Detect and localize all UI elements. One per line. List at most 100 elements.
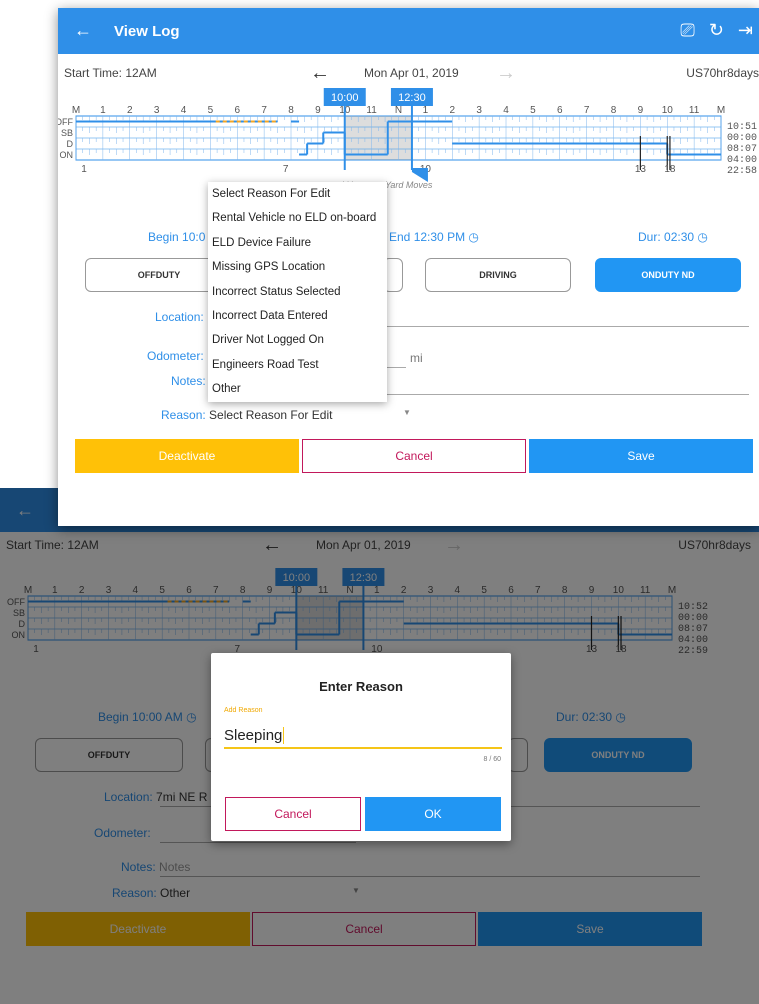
- dur-label: Dur:: [638, 230, 661, 244]
- char-counter: 8 / 60: [483, 756, 501, 763]
- app-bar: ← View Log ⎚ ↻ ⇥: [58, 8, 759, 54]
- odometer-row: Odometer:: [147, 349, 204, 363]
- monitor-down-icon[interactable]: ⎚: [680, 20, 694, 41]
- row-total-label: 22:58: [727, 166, 757, 177]
- caret-down-icon[interactable]: ▼: [403, 408, 411, 417]
- start-time: Start Time: 12AM: [64, 66, 157, 80]
- log-screen-foreground: ← View Log ⎚ ↻ ⇥ Start Time: 12AM ← Mon …: [58, 8, 759, 526]
- dialog-ok-button[interactable]: OK: [365, 797, 501, 831]
- status-row-label: OFF: [58, 117, 73, 127]
- begin-label: Begin: [148, 230, 179, 244]
- hour-tick-label: 1: [100, 105, 106, 116]
- log-graph[interactable]: M1234567891011N1234567891011MOFFSBDON10:…: [58, 88, 759, 218]
- end-label: End: [389, 230, 411, 244]
- begin-value[interactable]: 10:0: [182, 230, 205, 244]
- cancel-button[interactable]: Cancel: [302, 439, 526, 473]
- event-number-label: 7: [283, 164, 289, 175]
- page-title: View Log: [114, 23, 180, 40]
- notes-label: Notes:: [171, 374, 206, 388]
- event-number-label: 13: [635, 164, 647, 175]
- enter-reason-dialog: Enter Reason Add Reason Sleeping 8 / 60 …: [211, 653, 511, 841]
- clock-icon: ◷: [697, 230, 708, 244]
- hour-tick-label: 8: [611, 105, 617, 116]
- hour-tick-label: 11: [366, 105, 377, 116]
- reason-option[interactable]: Driver Not Logged On: [208, 328, 387, 352]
- reason-input[interactable]: Sleeping: [224, 723, 502, 749]
- selection-end-label: 12:30: [398, 92, 426, 104]
- status-row-label: D: [67, 139, 74, 149]
- hour-tick-label: N: [395, 105, 402, 116]
- status-row-label: ON: [60, 150, 74, 160]
- dur-row: Dur: 02:30 ◷: [638, 230, 708, 244]
- hour-tick-label: 9: [315, 105, 321, 116]
- log-header: Start Time: 12AM ← Mon Apr 01, 2019 → US…: [58, 62, 759, 84]
- hour-tick-label: M: [72, 105, 80, 116]
- save-button[interactable]: Save: [529, 439, 753, 473]
- ruleset-label: US70hr8days: [686, 66, 759, 80]
- hour-tick-label: 10: [662, 105, 674, 116]
- end-row: End 12:30 PM ◷: [389, 230, 479, 244]
- dialog-cancel-button[interactable]: Cancel: [225, 797, 361, 831]
- next-day-arrow-icon[interactable]: →: [496, 62, 516, 85]
- mode-onduty-nd-button[interactable]: ONDUTY ND: [595, 258, 741, 292]
- status-row-label: SB: [61, 128, 73, 138]
- refresh-icon[interactable]: ↻: [709, 20, 724, 41]
- end-value[interactable]: 12:30 PM: [414, 230, 465, 244]
- clock-icon: ◷: [468, 230, 479, 244]
- hour-tick-label: 1: [423, 105, 429, 116]
- event-number-label: 1: [81, 164, 87, 175]
- log-date: Mon Apr 01, 2019: [364, 66, 459, 80]
- reason-label: Reason:: [161, 408, 206, 422]
- row-total-label: 10:51: [727, 122, 757, 133]
- hour-tick-label: 5: [208, 105, 214, 116]
- hour-tick-label: 7: [584, 105, 590, 116]
- add-reason-label: Add Reason: [224, 707, 263, 714]
- hour-tick-label: 2: [449, 105, 455, 116]
- dur-value: 02:30: [664, 230, 695, 244]
- notes-row: Notes:: [171, 374, 206, 388]
- odometer-unit: mi: [410, 351, 423, 365]
- row-total-label: 08:07: [727, 144, 757, 155]
- log-screen-background: ← Start Time: 12AM ← Mon Apr 01, 2019 → …: [0, 488, 759, 1004]
- hour-tick-label: 9: [638, 105, 644, 116]
- hour-tick-label: 8: [288, 105, 294, 116]
- reason-dropdown-menu: Select Reason For Edit Rental Vehicle no…: [208, 182, 387, 402]
- hour-tick-label: 7: [261, 105, 267, 116]
- location-row: Location:: [155, 310, 204, 324]
- row-total-label: 04:00: [727, 155, 757, 166]
- hour-tick-label: 5: [530, 105, 536, 116]
- location-label: Location:: [155, 310, 204, 324]
- hour-tick-label: 4: [181, 105, 187, 116]
- reason-option[interactable]: Other: [208, 377, 387, 401]
- mode-driving-button[interactable]: DRIVING: [425, 258, 571, 292]
- app-bar-actions: ⎚ ↻ ⇥: [680, 20, 753, 41]
- reason-row: Reason: Select Reason For Edit ▼: [161, 408, 411, 422]
- reason-option[interactable]: Select Reason For Edit: [208, 182, 387, 206]
- deactivate-button[interactable]: Deactivate: [75, 439, 299, 473]
- hour-tick-label: 6: [234, 105, 240, 116]
- reason-option[interactable]: Rental Vehicle no ELD on-board: [208, 206, 387, 230]
- logout-icon[interactable]: ⇥: [738, 20, 753, 41]
- row-total-label: 00:00: [727, 133, 757, 144]
- reason-option[interactable]: Incorrect Data Entered: [208, 304, 387, 328]
- back-arrow-icon[interactable]: ←: [74, 20, 92, 41]
- text-caret: [283, 726, 285, 744]
- reason-input-value: Sleeping: [224, 726, 283, 744]
- reason-value[interactable]: Select Reason For Edit: [209, 408, 332, 422]
- hour-tick-label: 2: [127, 105, 133, 116]
- reason-option[interactable]: Engineers Road Test: [208, 353, 387, 377]
- reason-option[interactable]: Incorrect Status Selected: [208, 280, 387, 304]
- hour-tick-label: 3: [154, 105, 160, 116]
- hour-tick-label: M: [717, 105, 725, 116]
- reason-option[interactable]: ELD Device Failure: [208, 231, 387, 255]
- dialog-title: Enter Reason: [319, 679, 403, 694]
- prev-day-arrow-icon[interactable]: ←: [310, 62, 330, 85]
- begin-row: Begin 10:0: [148, 230, 205, 244]
- event-number-label: 18: [664, 164, 676, 175]
- selection-start-label: 10:00: [331, 92, 359, 104]
- hour-tick-label: 11: [689, 105, 700, 116]
- hour-tick-label: 3: [476, 105, 482, 116]
- hour-tick-label: 4: [503, 105, 509, 116]
- reason-option[interactable]: Missing GPS Location: [208, 255, 387, 279]
- hour-tick-label: 6: [557, 105, 563, 116]
